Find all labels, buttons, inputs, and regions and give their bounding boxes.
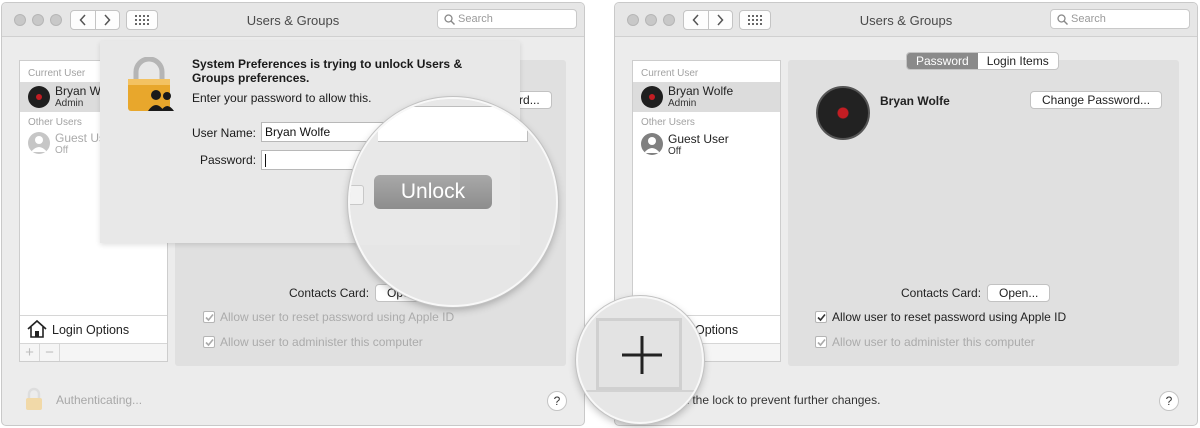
plus-icon bbox=[622, 336, 662, 374]
guest-status: Off bbox=[55, 145, 69, 156]
checkbox[interactable] bbox=[203, 336, 215, 348]
magnified-bar-edge bbox=[578, 390, 702, 392]
checkmark-icon bbox=[816, 338, 826, 346]
section-label-other-users: Other Users bbox=[641, 117, 695, 128]
user-row-bryan[interactable]: Bryan Wolfe Admin bbox=[633, 82, 780, 112]
checkbox[interactable] bbox=[815, 311, 827, 323]
user-avatar[interactable] bbox=[816, 86, 870, 140]
magnified-username-field bbox=[378, 106, 528, 142]
tab-login-items[interactable]: Login Items bbox=[978, 53, 1058, 69]
house-icon bbox=[26, 319, 48, 339]
help-button[interactable]: ? bbox=[547, 391, 567, 411]
text-caret bbox=[265, 154, 266, 167]
guest-user-icon bbox=[28, 132, 50, 154]
login-options-item[interactable]: Login Options bbox=[20, 315, 167, 343]
password-label: Password: bbox=[200, 153, 257, 167]
search-input[interactable] bbox=[458, 12, 568, 26]
contacts-open-button[interactable]: Open... bbox=[987, 284, 1051, 302]
checkbox-administer[interactable]: Allow user to administer this computer bbox=[815, 335, 1035, 349]
help-button[interactable]: ? bbox=[1159, 391, 1179, 411]
guest-name: Guest User bbox=[668, 132, 729, 146]
checkmark-icon bbox=[204, 313, 214, 321]
change-password-button[interactable]: Change Password... bbox=[1030, 91, 1163, 109]
search-input[interactable] bbox=[1071, 12, 1181, 26]
checkbox-reset-password[interactable]: Allow user to reset password using Apple… bbox=[815, 310, 1066, 324]
checkbox-label: Allow user to reset password using Apple… bbox=[220, 310, 455, 324]
titlebar: Users & Groups bbox=[615, 3, 1197, 37]
tab-bar: Password Login Items bbox=[906, 52, 1059, 70]
dialog-title: System Preferences is trying to unlock U… bbox=[192, 57, 463, 85]
search-icon bbox=[444, 14, 455, 25]
section-label-current-user: Current User bbox=[28, 68, 86, 79]
avatar bbox=[641, 86, 663, 108]
unlock-button[interactable]: Unlock bbox=[374, 175, 492, 209]
magnifier-plus bbox=[576, 296, 704, 424]
magnifier-unlock: Unlock bbox=[348, 97, 558, 307]
guest-status: Off bbox=[668, 146, 682, 157]
avatar bbox=[28, 86, 50, 108]
checkbox[interactable] bbox=[203, 311, 215, 323]
add-user-button[interactable] bbox=[596, 318, 682, 390]
user-name: Bryan Wolfe bbox=[668, 84, 734, 98]
checkbox[interactable] bbox=[815, 336, 827, 348]
contacts-card-label: Contacts Card: bbox=[289, 286, 370, 300]
contacts-card-label: Contacts Card: bbox=[901, 286, 982, 300]
section-label-current-user: Current User bbox=[641, 68, 699, 79]
remove-user-button[interactable]: − bbox=[40, 344, 60, 361]
cancel-button[interactable] bbox=[350, 185, 364, 205]
username-label: User Name: bbox=[192, 126, 257, 140]
status-text: ck the lock to prevent further changes. bbox=[677, 393, 881, 407]
tab-password[interactable]: Password bbox=[907, 53, 978, 69]
checkmark-icon bbox=[204, 338, 214, 346]
guest-user-icon bbox=[641, 133, 663, 155]
user-role: Admin bbox=[55, 98, 84, 109]
user-role: Admin bbox=[668, 98, 697, 109]
left-window: Users & Groups Current User Bryan Wolfe … bbox=[1, 2, 585, 426]
user-detail-panel: Bryan Wolfe Change Password... Contacts … bbox=[788, 60, 1179, 366]
checkbox-administer[interactable]: Allow user to administer this computer bbox=[203, 335, 423, 349]
add-remove-bar: + − bbox=[20, 343, 167, 361]
section-label-other-users: Other Users bbox=[28, 117, 82, 128]
screenshot-stage: Users & Groups Current User Bryan Wolfe … bbox=[0, 0, 1200, 428]
user-full-name: Bryan Wolfe bbox=[880, 94, 950, 108]
search-field[interactable] bbox=[437, 9, 577, 29]
add-user-button[interactable]: + bbox=[20, 344, 40, 361]
status-text: Authenticating... bbox=[56, 393, 143, 407]
checkmark-icon bbox=[816, 313, 826, 321]
checkbox-label: Allow user to administer this computer bbox=[220, 335, 423, 349]
checkbox-reset-password[interactable]: Allow user to reset password using Apple… bbox=[203, 310, 454, 324]
lock-icon bbox=[124, 56, 178, 113]
lock-icon[interactable] bbox=[24, 387, 44, 411]
login-options-label: Options bbox=[695, 323, 739, 337]
password-field[interactable] bbox=[261, 150, 361, 170]
search-field[interactable] bbox=[1050, 9, 1190, 29]
dialog-message: Enter your password to allow this. bbox=[192, 91, 372, 105]
login-options-label: Login Options bbox=[52, 323, 130, 337]
search-icon bbox=[1057, 14, 1068, 25]
user-row-guest[interactable]: Guest User Off bbox=[633, 130, 780, 160]
titlebar: Users & Groups bbox=[2, 3, 584, 37]
checkbox-label: Allow user to administer this computer bbox=[832, 335, 1035, 349]
checkbox-label: Allow user to reset password using Apple… bbox=[832, 310, 1067, 324]
